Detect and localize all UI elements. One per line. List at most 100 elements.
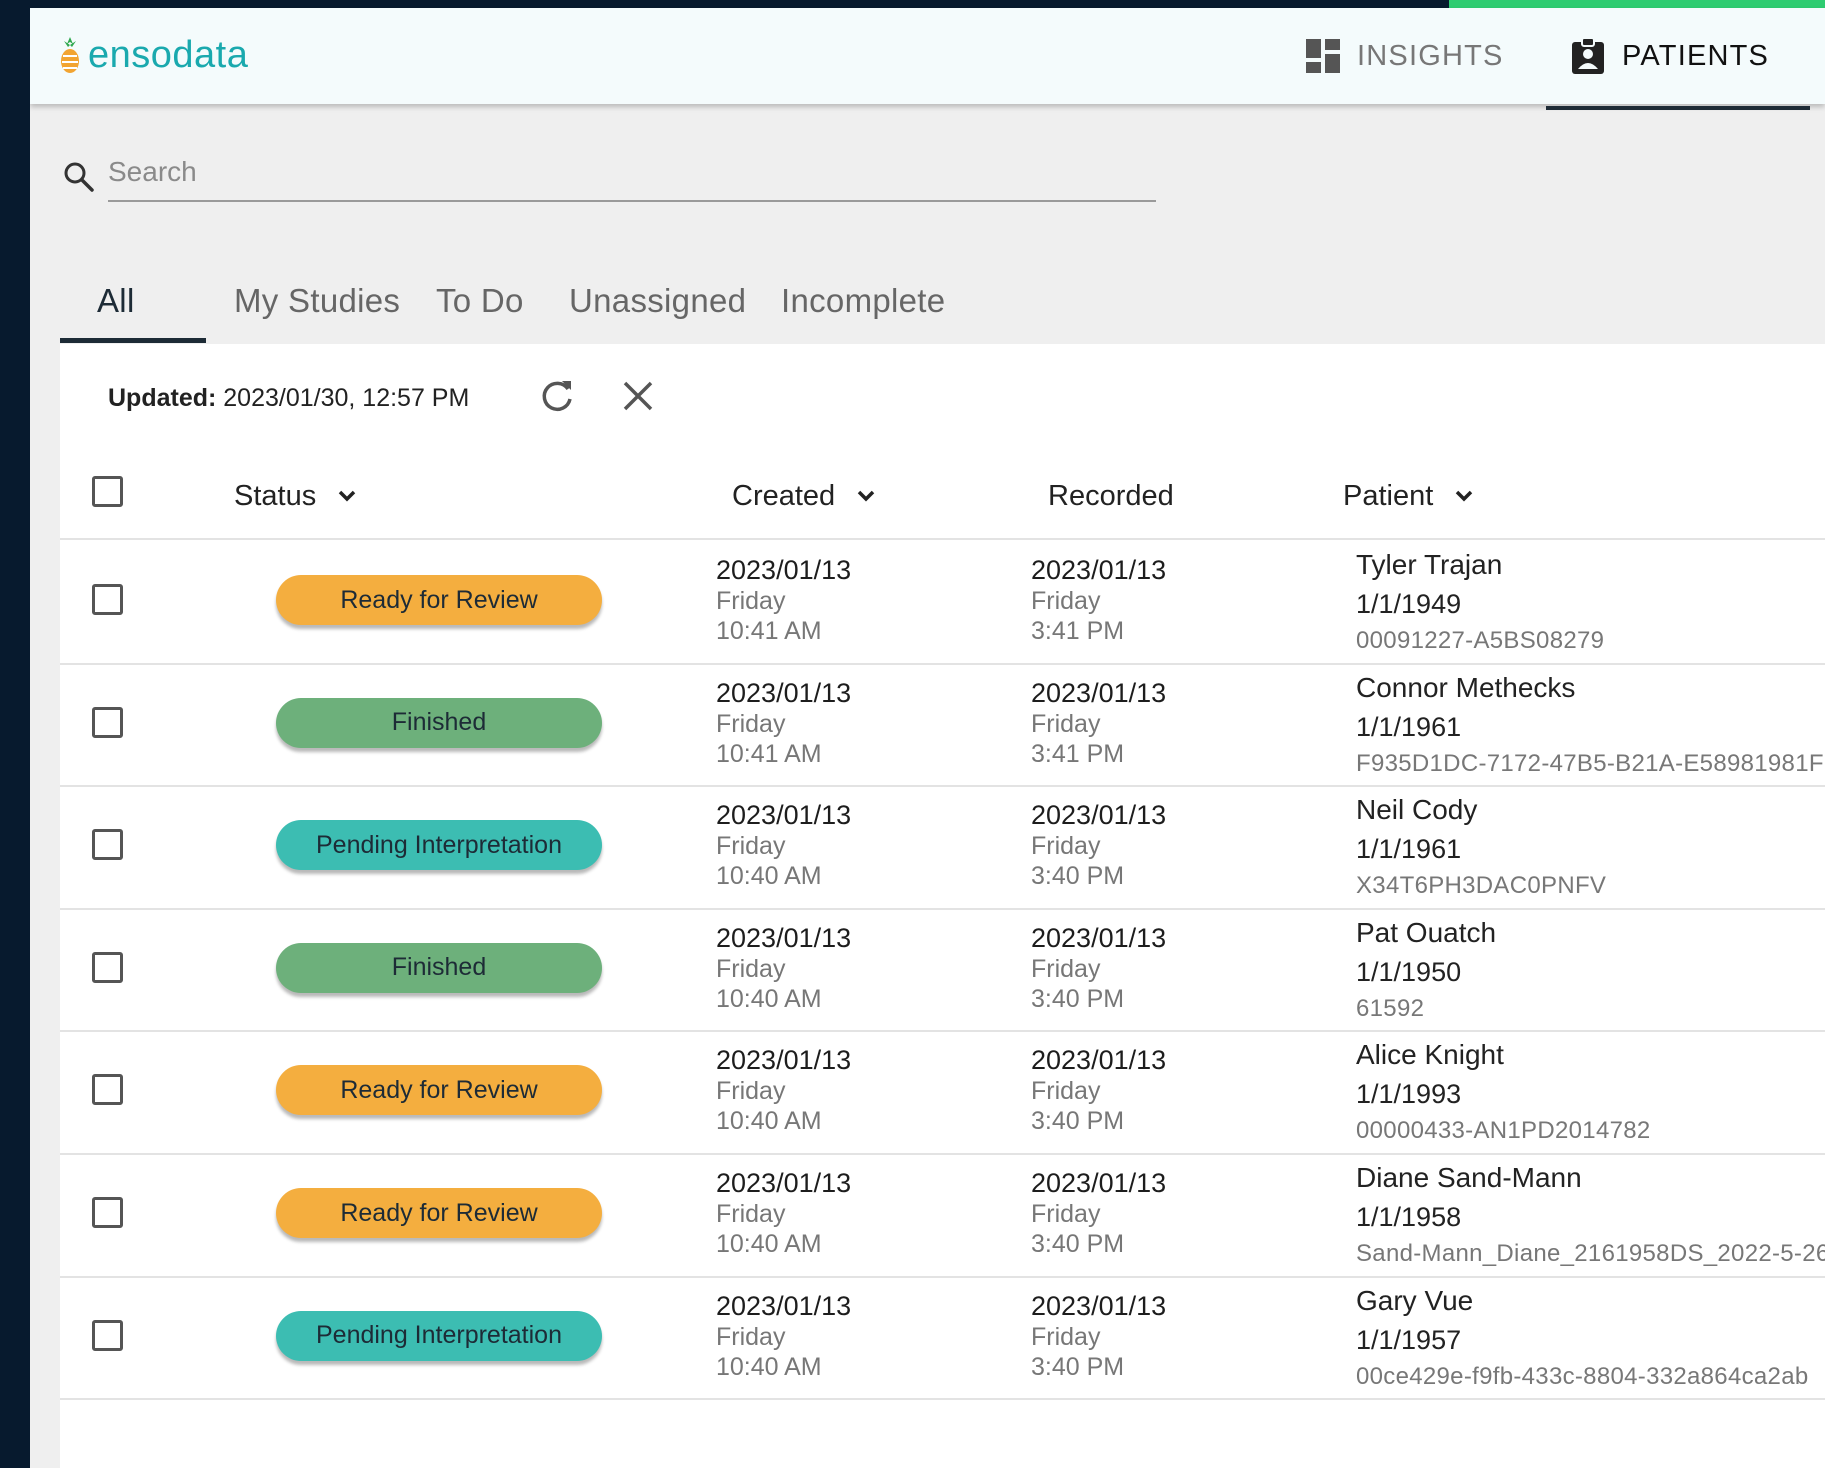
search-input[interactable] bbox=[108, 148, 1156, 202]
updated-timestamp: Updated: 2023/01/30, 12:57 PM bbox=[108, 384, 469, 413]
created-cell: 2023/01/13 Friday 10:40 AM bbox=[716, 799, 851, 891]
patient-id: F935D1DC-7172-47B5-B21A-E58981981FD bbox=[1356, 749, 1825, 777]
study-tabs: All My Studies To Do Unassigned Incomple… bbox=[60, 258, 1825, 346]
recorded-day: Friday bbox=[1031, 832, 1101, 861]
recorded-time: 3:40 PM bbox=[1031, 984, 1125, 1013]
column-header-patient[interactable]: Patient bbox=[1343, 476, 1473, 516]
patient-name: Diane Sand-Mann bbox=[1356, 1162, 1582, 1193]
patient-cell[interactable]: Alice Knight 1/1/1993 00000433-AN1PD201478… bbox=[1356, 1037, 1825, 1147]
chevron-down-icon bbox=[857, 490, 875, 502]
row-divider bbox=[60, 1030, 1825, 1033]
top-nav-bar: ensodata INSIGHTS PATIENTS bbox=[30, 8, 1825, 110]
patient-id: X34T6PH3DAC0PNFV bbox=[1356, 872, 1607, 900]
recorded-date: 2023/01/13 bbox=[1031, 1168, 1167, 1198]
patient-dob: 1/1/1961 bbox=[1356, 834, 1462, 865]
recorded-time: 3:40 PM bbox=[1031, 1107, 1125, 1136]
created-day: Friday bbox=[716, 1077, 786, 1106]
created-cell: 2023/01/13 Friday 10:40 AM bbox=[716, 1290, 851, 1382]
column-header-recorded[interactable]: Recorded bbox=[1048, 476, 1174, 516]
recorded-time: 3:40 PM bbox=[1031, 1352, 1125, 1381]
recorded-time: 3:41 PM bbox=[1031, 739, 1125, 768]
created-cell: 2023/01/13 Friday 10:40 AM bbox=[716, 1167, 851, 1259]
created-date: 2023/01/13 bbox=[716, 677, 852, 708]
nav-insights[interactable]: INSIGHTS bbox=[1305, 8, 1504, 104]
pineapple-logo-icon bbox=[61, 37, 79, 73]
created-date: 2023/01/13 bbox=[716, 922, 852, 953]
row-checkbox[interactable] bbox=[92, 829, 123, 861]
patient-name: Alice Knight bbox=[1356, 1039, 1504, 1071]
row-checkbox[interactable] bbox=[92, 951, 123, 983]
row-checkbox[interactable] bbox=[92, 1197, 123, 1228]
patient-cell[interactable]: Gary Vue 1/1/1957 00ce429e-f9fb-433c-8804-… bbox=[1356, 1283, 1825, 1393]
created-date: 2023/01/13 bbox=[716, 1045, 852, 1076]
row-divider bbox=[60, 1153, 1825, 1155]
tab-incomplete[interactable]: Incomplete bbox=[781, 258, 945, 344]
patient-name: Neil Cody bbox=[1356, 794, 1478, 826]
created-day: Friday bbox=[716, 1322, 786, 1351]
row-divider bbox=[60, 907, 1825, 910]
patient-cell[interactable]: Diane Sand-Mann 1/1/1958 Sand-Mann_Diane_2… bbox=[1356, 1160, 1825, 1270]
created-date: 2023/01/13 bbox=[716, 1290, 852, 1321]
column-header-created[interactable]: Created bbox=[732, 476, 875, 516]
select-all-checkbox[interactable] bbox=[92, 476, 123, 507]
patient-dob: 1/1/1993 bbox=[1356, 1079, 1462, 1110]
ensodata-logo[interactable]: ensodata bbox=[58, 30, 248, 80]
column-header-created-label: Created bbox=[732, 479, 836, 512]
patient-id: 00ce429e-f9fb-433c-8804-332a864ca2ab bbox=[1356, 1362, 1809, 1390]
created-time: 10:40 AM bbox=[716, 1352, 822, 1381]
updated-value: 2023/01/30, 12:57 PM bbox=[223, 384, 470, 412]
status-badge[interactable]: Finished bbox=[276, 697, 602, 748]
recorded-cell: 2023/01/13 Friday 3:40 PM bbox=[1031, 1290, 1166, 1382]
patient-cell[interactable]: Connor Methecks 1/1/1961 F935D1DC-7172-47B… bbox=[1356, 670, 1825, 780]
row-divider bbox=[60, 1398, 1825, 1401]
recorded-day: Friday bbox=[1031, 1322, 1101, 1351]
column-header-patient-label: Patient bbox=[1343, 479, 1434, 512]
top-strip-divider bbox=[1086, 0, 1096, 8]
recorded-cell: 2023/01/13 Friday 3:41 PM bbox=[1031, 677, 1166, 769]
chevron-down-icon bbox=[338, 490, 356, 502]
status-badge[interactable]: Ready for Review bbox=[276, 1065, 602, 1116]
created-cell: 2023/01/13 Friday 10:41 AM bbox=[716, 677, 851, 769]
patient-cell[interactable]: Pat Ouatch 1/1/1950 61592 bbox=[1356, 915, 1825, 1025]
patient-cell[interactable]: Neil Cody 1/1/1961 X34T6PH3DAC0PNFV bbox=[1356, 792, 1825, 902]
recorded-date: 2023/01/13 bbox=[1031, 922, 1167, 953]
status-badge[interactable]: Ready for Review bbox=[276, 575, 602, 625]
created-cell: 2023/01/13 Friday 10:40 AM bbox=[716, 1044, 851, 1136]
created-time: 10:40 AM bbox=[716, 1107, 822, 1136]
tab-to-do[interactable]: To Do bbox=[436, 258, 524, 344]
dashboard-icon bbox=[1306, 39, 1340, 73]
recorded-date: 2023/01/13 bbox=[1031, 1290, 1167, 1321]
search-icon bbox=[64, 162, 94, 192]
recorded-cell: 2023/01/13 Friday 3:40 PM bbox=[1031, 922, 1166, 1014]
nav-patients-label: PATIENTS bbox=[1622, 39, 1770, 72]
row-checkbox[interactable] bbox=[92, 1319, 123, 1351]
refresh-icon[interactable] bbox=[538, 377, 576, 415]
recorded-date: 2023/01/13 bbox=[1031, 800, 1167, 831]
recorded-cell: 2023/01/13 Friday 3:40 PM bbox=[1031, 799, 1166, 891]
patient-cell[interactable]: Tyler Trajan 1/1/1949 00091227-A5BS08279 bbox=[1356, 547, 1825, 657]
created-time: 10:40 AM bbox=[716, 862, 822, 891]
status-badge[interactable]: Pending Interpretation bbox=[276, 1310, 602, 1361]
patient-name: Gary Vue bbox=[1356, 1284, 1474, 1316]
column-header-status[interactable]: Status bbox=[234, 476, 356, 516]
patient-badge-icon bbox=[1572, 37, 1604, 74]
nav-patients[interactable]: PATIENTS bbox=[1570, 8, 1769, 104]
status-badge[interactable]: Pending Interpretation bbox=[276, 820, 602, 871]
patient-dob: 1/1/1949 bbox=[1356, 589, 1462, 619]
tab-unassigned[interactable]: Unassigned bbox=[569, 258, 746, 344]
tab-all[interactable]: All bbox=[97, 258, 135, 344]
created-day: Friday bbox=[716, 587, 786, 615]
row-checkbox[interactable] bbox=[92, 584, 123, 615]
patient-dob: 1/1/1958 bbox=[1356, 1202, 1462, 1232]
row-checkbox[interactable] bbox=[92, 1074, 123, 1106]
created-cell: 2023/01/13 Friday 10:40 AM bbox=[716, 922, 851, 1014]
tab-my-studies[interactable]: My Studies bbox=[234, 258, 400, 344]
status-badge[interactable]: Finished bbox=[276, 942, 602, 993]
close-icon[interactable] bbox=[620, 378, 656, 414]
row-checkbox[interactable] bbox=[92, 706, 123, 738]
status-badge[interactable]: Ready for Review bbox=[276, 1188, 602, 1238]
patient-name: Pat Ouatch bbox=[1356, 916, 1497, 948]
created-time: 10:40 AM bbox=[716, 1230, 822, 1258]
recorded-time: 3:41 PM bbox=[1031, 617, 1125, 645]
row-divider bbox=[60, 785, 1825, 788]
